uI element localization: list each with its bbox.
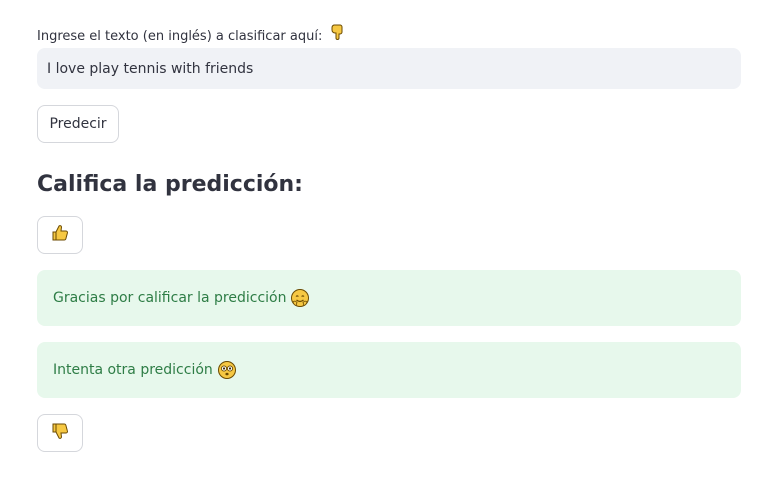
thumbs-up-icon <box>51 224 69 246</box>
predict-button[interactable]: Predecir <box>37 105 119 143</box>
predict-button-label: Predecir <box>49 116 107 132</box>
input-label: Ingrese el texto (en inglés) a clasifica… <box>37 24 344 45</box>
pointing-down-icon <box>330 24 344 40</box>
success-alert: Gracias por calificar la predicción <box>37 270 741 326</box>
rating-heading: Califica la predicción: <box>37 172 303 197</box>
smiling-hugging-face-icon <box>290 288 310 308</box>
thumbs-up-button[interactable] <box>37 216 83 254</box>
alert-text: Gracias por calificar la predicción <box>53 290 287 306</box>
alert-text: Intenta otra predicción <box>53 362 213 378</box>
text-input[interactable] <box>37 48 741 89</box>
thumbs-down-icon <box>51 422 69 444</box>
success-alert: Intenta otra predicción <box>37 342 741 398</box>
flushed-face-icon <box>217 360 237 380</box>
thumbs-down-button[interactable] <box>37 414 83 452</box>
input-label-text: Ingrese el texto (en inglés) a clasifica… <box>37 29 323 44</box>
